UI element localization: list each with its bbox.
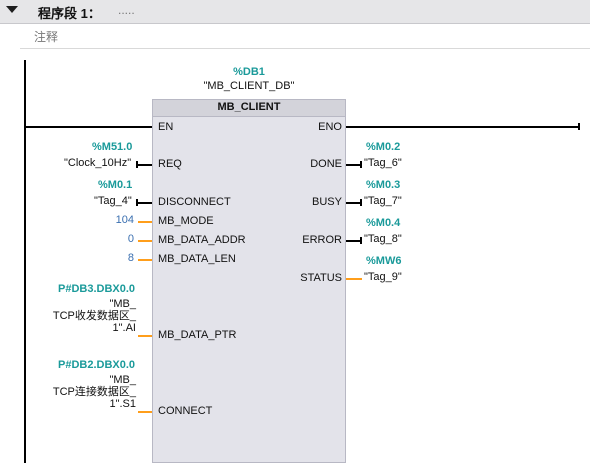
busy-operand-address[interactable]: %M0.3 — [366, 179, 400, 191]
disconnect-operand-address[interactable]: %M0.1 — [98, 179, 132, 191]
error-operand-tag[interactable]: "Tag_8" — [364, 233, 402, 245]
instance-db-address[interactable]: %DB1 — [152, 66, 346, 78]
error-wire-cap — [360, 237, 362, 244]
function-block-type[interactable]: MB_CLIENT — [152, 101, 346, 113]
pin-busy: BUSY — [312, 196, 342, 208]
busy-wire-cap — [360, 199, 362, 206]
disconnect-operand-tag[interactable]: "Tag_4" — [94, 195, 132, 207]
connect-operand-address[interactable]: P#DB2.DBX0.0 — [58, 359, 135, 371]
mb-data-ptr-tag-line3: 1".AI — [112, 322, 136, 334]
mb-mode-value[interactable]: 104 — [106, 214, 134, 226]
pin-error: ERROR — [302, 234, 342, 246]
req-wire — [136, 164, 152, 166]
mb-data-len-value[interactable]: 8 — [106, 252, 134, 264]
status-operand-tag[interactable]: "Tag_9" — [364, 271, 402, 283]
req-wire-cap — [136, 161, 138, 168]
mb-data-addr-wire — [138, 240, 152, 242]
instance-db-name[interactable]: "MB_CLIENT_DB" — [152, 80, 346, 92]
mb-data-ptr-operand-address[interactable]: P#DB3.DBX0.0 — [58, 283, 135, 295]
done-operand-address[interactable]: %M0.2 — [366, 141, 400, 153]
comment-field[interactable]: 注释 — [34, 28, 58, 45]
status-wire — [346, 278, 362, 280]
connect-operand-tag[interactable]: "MB_ TCP连接数据区_ 1".S1 — [40, 374, 136, 410]
network-title-placeholder[interactable]: ..... — [118, 3, 135, 17]
pin-connect: CONNECT — [158, 405, 213, 417]
mb-data-len-wire — [138, 259, 152, 261]
done-operand-tag[interactable]: "Tag_6" — [364, 157, 402, 169]
error-operand-address[interactable]: %M0.4 — [366, 217, 400, 229]
rung-eno-line — [346, 126, 580, 128]
mb-data-ptr-tag-line2: TCP收发数据区_ — [52, 310, 136, 322]
mb-data-ptr-tag-line1: "MB_ — [109, 298, 136, 310]
collapse-triangle-icon[interactable] — [6, 6, 18, 13]
comment-divider — [20, 48, 590, 49]
connect-tag-line3: 1".S1 — [109, 398, 136, 410]
connect-tag-line1: "MB_ — [109, 374, 136, 386]
power-rail — [24, 60, 26, 463]
pin-mb-data-ptr: MB_DATA_PTR — [158, 329, 237, 341]
rung-en-line — [24, 126, 152, 128]
mb-data-ptr-wire — [138, 335, 152, 337]
network-title: 程序段 1： — [38, 6, 101, 21]
disconnect-wire — [136, 202, 152, 204]
status-operand-address[interactable]: %MW6 — [366, 255, 401, 267]
req-operand-tag[interactable]: "Clock_10Hz" — [64, 157, 131, 169]
mb-data-ptr-operand-tag[interactable]: "MB_ TCP收发数据区_ 1".AI — [40, 298, 136, 334]
network-header[interactable]: 程序段 1： ..... — [0, 0, 590, 24]
mb-data-addr-value[interactable]: 0 — [106, 233, 134, 245]
pin-mb-data-addr: MB_DATA_ADDR — [158, 234, 246, 246]
pin-req: REQ — [158, 158, 182, 170]
busy-operand-tag[interactable]: "Tag_7" — [364, 195, 402, 207]
pin-mb-mode: MB_MODE — [158, 215, 214, 227]
pin-mb-data-len: MB_DATA_LEN — [158, 253, 236, 265]
pin-status: STATUS — [300, 272, 342, 284]
rung-end-marker — [578, 123, 580, 130]
pin-en: EN — [158, 121, 174, 133]
done-wire-cap — [360, 161, 362, 168]
req-operand-address[interactable]: %M51.0 — [92, 141, 132, 153]
pin-done: DONE — [310, 158, 342, 170]
mb-mode-wire — [138, 221, 152, 223]
connect-tag-line2: TCP连接数据区_ — [52, 386, 136, 398]
disconnect-wire-cap — [136, 199, 138, 206]
connect-wire — [138, 411, 152, 413]
pin-disconnect: DISCONNECT — [158, 196, 231, 208]
pin-eno: ENO — [318, 121, 342, 133]
